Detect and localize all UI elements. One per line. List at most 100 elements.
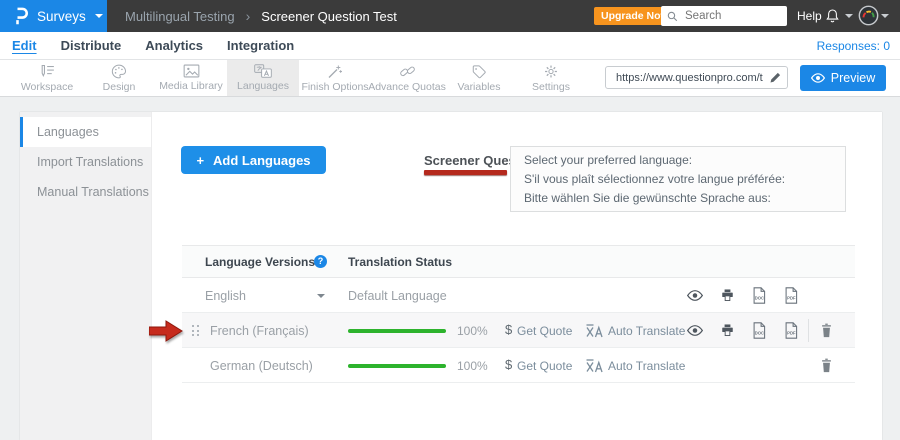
questionpro-logo-icon	[13, 6, 28, 26]
screener-question-preview-box: Select your preferred language: S'il vou…	[510, 146, 846, 212]
help-tooltip-icon[interactable]: ?	[314, 255, 327, 268]
search-icon	[667, 11, 678, 22]
annotation-red-arrow	[149, 320, 183, 342]
drag-handle-icon[interactable]	[192, 325, 199, 336]
view-icon[interactable]	[687, 290, 703, 301]
breadcrumb-survey-title: Screener Question Test	[261, 9, 397, 24]
tab-analytics[interactable]: Analytics	[145, 38, 203, 53]
breadcrumb: Multilingual Testing › Screener Question…	[125, 0, 397, 32]
search-box	[661, 6, 787, 26]
edit-toolbar: Workspace Design Media Library Languages	[0, 60, 900, 97]
translation-percent: 100%	[457, 359, 488, 373]
export-doc-icon[interactable]: DOC	[752, 287, 766, 304]
table-row-english: English Default Language DOC PDF	[182, 278, 855, 313]
svg-text:PDF: PDF	[787, 330, 796, 335]
tab-integration[interactable]: Integration	[227, 38, 294, 53]
screener-option-french: S'il vous plaît sélectionnez votre langu…	[524, 170, 832, 189]
get-quote-link[interactable]: Get Quote	[517, 324, 572, 338]
auto-translate-icon[interactable]	[586, 359, 604, 373]
column-header-translation-status: Translation Status	[348, 255, 452, 269]
help-link[interactable]: Help	[797, 9, 822, 23]
action-divider	[808, 319, 809, 342]
toolbar-item-media-library[interactable]: Media Library	[155, 60, 227, 96]
image-icon	[183, 64, 200, 78]
table-header-row: Language Versions ? Translation Status	[182, 245, 855, 278]
chain-link-icon	[399, 64, 416, 79]
table-row-french: French (Français) 100% $ Get Quote Auto …	[182, 313, 855, 348]
plus-icon: +	[196, 153, 204, 168]
workspace-icon	[39, 64, 56, 79]
auto-translate-link[interactable]: Auto Translate	[608, 324, 685, 338]
svg-text:DOC: DOC	[755, 330, 764, 335]
gear-icon	[543, 64, 559, 79]
toolbar-item-finish-options[interactable]: Finish Options	[299, 60, 371, 96]
toolbar-item-languages[interactable]: Languages	[227, 60, 299, 96]
language-name: French (Français)	[210, 324, 309, 338]
languages-sidebar: Languages Import Translations Manual Tra…	[20, 112, 152, 440]
add-languages-button[interactable]: + Add Languages	[181, 146, 326, 174]
app-window: Surveys Multilingual Testing › Screener …	[0, 0, 900, 440]
delete-icon[interactable]	[820, 323, 833, 338]
default-language-text: Default Language	[348, 289, 447, 303]
search-input[interactable]	[683, 9, 781, 23]
annotation-red-underline	[424, 170, 507, 175]
languages-panel: Languages Import Translations Manual Tra…	[20, 112, 882, 440]
notifications-bell-icon[interactable]	[825, 8, 840, 24]
responses-count-link[interactable]: Responses: 0	[817, 39, 890, 53]
toolbar-item-variables[interactable]: Variables	[443, 60, 515, 96]
auto-translate-link[interactable]: Auto Translate	[608, 359, 685, 373]
survey-url-field	[605, 66, 788, 89]
bell-dropdown-caret[interactable]	[845, 14, 853, 18]
svg-text:PDF: PDF	[787, 295, 796, 300]
toolbar-item-design[interactable]: Design	[83, 60, 155, 96]
sidebar-item-manual-translations[interactable]: Manual Translations	[20, 177, 151, 207]
toolbar-item-settings[interactable]: Settings	[515, 60, 587, 96]
tag-icon	[471, 64, 487, 79]
translation-percent: 100%	[457, 324, 488, 338]
preview-button[interactable]: Preview	[800, 65, 886, 91]
toolbar-item-workspace[interactable]: Workspace	[11, 60, 83, 96]
print-icon[interactable]	[720, 288, 735, 302]
language-versions-table: Language Versions ? Translation Status E…	[182, 245, 855, 383]
avatar-dropdown-caret[interactable]	[881, 14, 889, 18]
language-name: German (Deutsch)	[210, 359, 313, 373]
toolbar-item-advance-quotas[interactable]: Advance Quotas	[371, 60, 443, 96]
export-doc-icon[interactable]: DOC	[752, 322, 766, 339]
product-name: Surveys	[37, 9, 86, 24]
auto-translate-icon[interactable]	[586, 324, 604, 338]
palette-icon	[111, 64, 127, 79]
language-dropdown-caret-icon[interactable]	[317, 294, 325, 298]
wand-icon	[327, 64, 343, 79]
product-menu[interactable]: Surveys	[0, 0, 107, 32]
dollar-icon[interactable]: $	[505, 322, 512, 337]
breadcrumb-folder[interactable]: Multilingual Testing	[125, 9, 235, 24]
view-icon[interactable]	[687, 325, 703, 336]
translation-progress-bar	[348, 364, 446, 368]
avatar[interactable]	[858, 5, 879, 26]
svg-text:DOC: DOC	[755, 295, 764, 300]
export-pdf-icon[interactable]: PDF	[784, 322, 798, 339]
dollar-icon[interactable]: $	[505, 357, 512, 372]
print-icon[interactable]	[720, 323, 735, 337]
survey-tab-bar: Edit Distribute Analytics Integration Re…	[0, 32, 900, 60]
get-quote-link[interactable]: Get Quote	[517, 359, 572, 373]
screener-option-english: Select your preferred language:	[524, 151, 832, 170]
column-header-language-versions: Language Versions	[205, 255, 315, 269]
edit-url-pencil-icon[interactable]	[769, 72, 781, 84]
tab-distribute[interactable]: Distribute	[61, 38, 122, 53]
breadcrumb-separator: ›	[246, 8, 251, 24]
translate-icon	[254, 64, 272, 78]
survey-url-input[interactable]	[614, 71, 765, 85]
top-bar: Surveys Multilingual Testing › Screener …	[0, 0, 900, 32]
screener-option-german: Bitte wählen Sie die gewünschte Sprache …	[524, 189, 832, 208]
table-row-german: German (Deutsch) 100% $ Get Quote Auto T…	[182, 348, 855, 383]
translation-progress-bar	[348, 329, 446, 333]
default-language-select[interactable]: English	[205, 289, 246, 303]
export-pdf-icon[interactable]: PDF	[784, 287, 798, 304]
chevron-down-icon	[95, 14, 103, 18]
tab-edit[interactable]: Edit	[12, 38, 37, 53]
sidebar-item-languages[interactable]: Languages	[20, 117, 151, 147]
preview-eye-icon	[811, 73, 825, 83]
delete-icon[interactable]	[820, 358, 833, 373]
sidebar-item-import-translations[interactable]: Import Translations	[20, 147, 151, 177]
